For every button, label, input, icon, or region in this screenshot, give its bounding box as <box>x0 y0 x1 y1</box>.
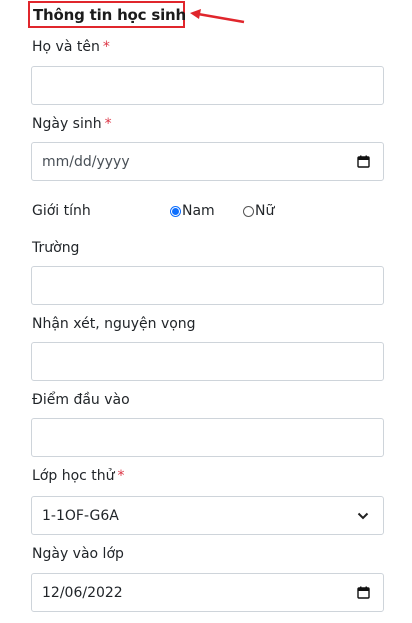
section-title: Thông tin học sinh <box>33 5 186 24</box>
entry-score-label: Điểm đầu vào <box>32 392 130 408</box>
trial-class-select[interactable]: 1-1OF-G6A <box>31 496 384 535</box>
birth-date-label-text: Ngày sinh <box>32 116 102 132</box>
birth-date-input[interactable]: mm/dd/yyyy <box>31 142 384 181</box>
gender-option-label: Nữ <box>255 203 275 219</box>
join-date-value: 12/06/2022 <box>42 584 123 601</box>
radio-checked-icon[interactable] <box>170 205 181 217</box>
full-name-label-text: Họ và tên <box>32 39 100 55</box>
birth-date-label: Ngày sinh * <box>32 116 112 132</box>
calendar-icon[interactable] <box>351 155 375 168</box>
comments-label: Nhận xét, nguyện vọng <box>32 316 196 332</box>
required-mark: * <box>117 468 125 484</box>
annotation-arrow-icon <box>190 9 245 24</box>
radio-unchecked-icon[interactable] <box>243 205 254 217</box>
birth-date-value: mm/dd/yyyy <box>42 153 130 170</box>
gender-option-nu[interactable]: Nữ <box>243 203 274 219</box>
join-date-label: Ngày vào lớp <box>32 546 124 562</box>
chevron-down-icon[interactable] <box>351 512 375 520</box>
gender-option-label: Nam <box>182 203 215 219</box>
section-title-highlight: Thông tin học sinh <box>28 1 186 28</box>
join-date-input[interactable]: 12/06/2022 <box>31 573 384 612</box>
school-label: Trường <box>32 240 80 256</box>
calendar-icon[interactable] <box>351 586 375 599</box>
gender-option-nam[interactable]: Nam <box>170 203 215 219</box>
comments-input[interactable] <box>31 342 384 381</box>
trial-class-label: Lớp học thử * <box>32 468 125 484</box>
entry-score-input[interactable] <box>31 418 384 457</box>
trial-class-label-text: Lớp học thử <box>32 468 115 484</box>
required-mark: * <box>102 39 110 55</box>
school-input[interactable] <box>31 266 384 305</box>
gender-label: Giới tính <box>32 203 91 219</box>
full-name-label: Họ và tên * <box>32 39 110 55</box>
required-mark: * <box>104 116 112 132</box>
full-name-input[interactable] <box>31 66 384 105</box>
trial-class-value: 1-1OF-G6A <box>42 507 119 524</box>
